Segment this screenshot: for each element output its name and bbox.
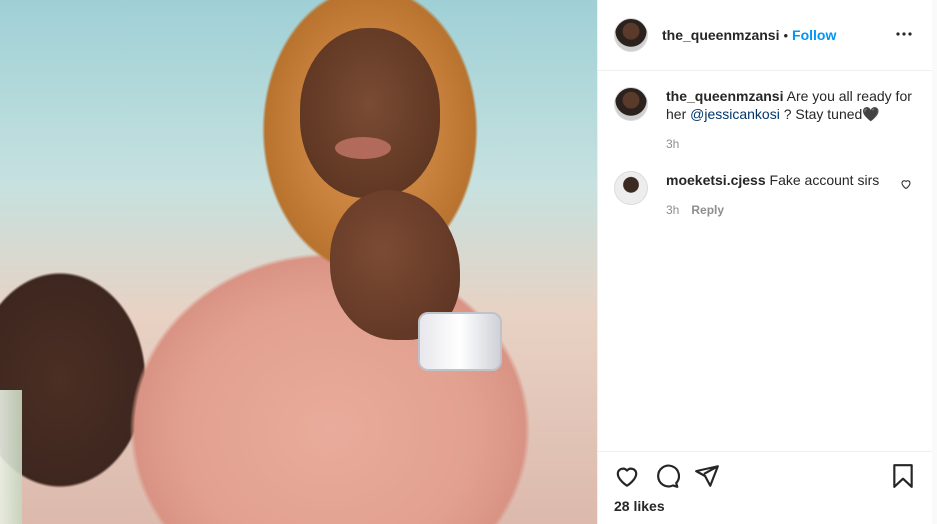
post-actions: 28 likes bbox=[598, 451, 932, 524]
share-icon bbox=[695, 465, 719, 487]
separator-dot: • bbox=[783, 27, 789, 43]
comment-item: moeketsi.cjess Fake account sirs 3h Repl… bbox=[614, 171, 916, 219]
commenter-avatar[interactable] bbox=[614, 87, 648, 121]
comment-icon bbox=[657, 464, 680, 488]
comments-list: the_queenmzansi Are you all ready for he… bbox=[598, 71, 932, 451]
like-button[interactable] bbox=[614, 463, 640, 489]
share-button[interactable] bbox=[694, 463, 720, 489]
caption-comment: the_queenmzansi Are you all ready for he… bbox=[614, 87, 916, 153]
comment-mention[interactable]: @jessicankosi bbox=[690, 106, 780, 122]
comment-time[interactable]: 3h bbox=[666, 135, 679, 153]
face-shape bbox=[300, 28, 440, 198]
comment-time[interactable]: 3h bbox=[666, 201, 679, 219]
comment-button[interactable] bbox=[654, 463, 680, 489]
post-header: the_queenmzansi • Follow bbox=[598, 0, 932, 71]
post-photo[interactable] bbox=[0, 0, 597, 524]
ellipsis-icon bbox=[896, 31, 912, 36]
comment-like-icon[interactable] bbox=[900, 177, 912, 195]
save-button[interactable] bbox=[890, 463, 916, 489]
comment-text: Fake account sirs bbox=[769, 172, 880, 188]
bookmark-icon bbox=[893, 464, 913, 488]
glass-shape bbox=[0, 390, 22, 524]
comment-username[interactable]: moeketsi.cjess bbox=[666, 172, 766, 188]
comment-username[interactable]: the_queenmzansi bbox=[666, 88, 783, 104]
post-side-panel: the_queenmzansi • Follow the_queenmzansi… bbox=[597, 0, 932, 524]
commenter-avatar[interactable] bbox=[614, 171, 648, 205]
heart-outline-icon bbox=[901, 180, 911, 190]
author-avatar[interactable] bbox=[614, 18, 648, 52]
comment-text-end: ? Stay tuned🖤 bbox=[783, 106, 880, 122]
more-options-icon[interactable] bbox=[892, 22, 916, 49]
reply-button[interactable]: Reply bbox=[691, 201, 724, 219]
author-username[interactable]: the_queenmzansi bbox=[662, 27, 779, 43]
lips-shape bbox=[335, 137, 391, 159]
instagram-post: the_queenmzansi • Follow the_queenmzansi… bbox=[0, 0, 937, 524]
follow-button[interactable]: Follow bbox=[792, 27, 836, 43]
heart-icon bbox=[616, 467, 638, 487]
watch-shape bbox=[418, 312, 502, 371]
likes-count[interactable]: 28 likes bbox=[614, 498, 916, 514]
